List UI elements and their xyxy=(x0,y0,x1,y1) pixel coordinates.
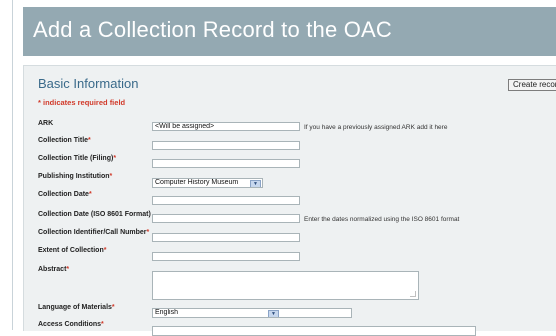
language-select[interactable]: English ▼ xyxy=(152,308,352,318)
ark-label: ARK xyxy=(38,120,54,127)
collection-identifier-label: Collection Identifier/Call Number* xyxy=(38,229,150,236)
collection-date-iso-field[interactable] xyxy=(152,214,300,223)
required-marker: * xyxy=(88,137,91,144)
ark-field[interactable] xyxy=(152,122,300,131)
required-marker: * xyxy=(111,304,115,311)
collection-title-filing-label: Collection Title (Filing)* xyxy=(38,155,117,162)
collection-title-label: Collection Title* xyxy=(38,137,91,144)
required-marker: * xyxy=(88,191,92,198)
chevron-down-icon[interactable]: ▼ xyxy=(268,310,279,317)
left-divider xyxy=(12,0,13,330)
section-title: Basic Information xyxy=(38,76,139,91)
required-marker: * xyxy=(103,247,107,254)
extent-field[interactable] xyxy=(152,252,300,261)
required-marker: * xyxy=(109,173,113,180)
extent-label: Extent of Collection* xyxy=(38,247,107,254)
collection-date-label: Collection Date* xyxy=(38,191,92,198)
abstract-label: Abstract* xyxy=(38,266,70,273)
required-field-note: * indicates required field xyxy=(38,98,126,107)
ark-hint: If you have a previously assigned ARK ad… xyxy=(304,124,448,131)
basic-information-form: Basic Information * indicates required f… xyxy=(23,65,556,336)
page-header: Add a Collection Record to the OAC xyxy=(23,7,556,56)
required-marker: * xyxy=(101,321,104,328)
publishing-institution-selected: Computer History Museum xyxy=(155,179,239,186)
access-conditions-label: Access Conditions* xyxy=(38,321,104,328)
resize-grip-icon[interactable] xyxy=(410,291,416,297)
language-label: Language of Materials* xyxy=(38,304,115,311)
access-conditions-field[interactable] xyxy=(152,326,476,336)
publishing-institution-select[interactable]: Computer History Museum ▼ xyxy=(152,178,263,188)
page: Add a Collection Record to the OAC Basic… xyxy=(0,0,556,336)
required-marker: * xyxy=(113,155,117,162)
page-title: Add a Collection Record to the OAC xyxy=(33,17,392,42)
chevron-down-icon[interactable]: ▼ xyxy=(250,180,261,187)
collection-title-filing-field[interactable] xyxy=(152,159,300,168)
required-marker: * xyxy=(146,229,150,236)
abstract-textarea[interactable] xyxy=(152,271,419,300)
collection-title-field[interactable] xyxy=(152,141,300,150)
collection-date-iso-hint: Enter the dates normalized using the ISO… xyxy=(304,216,460,223)
collection-identifier-field[interactable] xyxy=(152,233,300,242)
publishing-institution-label: Publishing Institution* xyxy=(38,173,113,180)
create-record-button[interactable]: Create record xyxy=(508,79,556,91)
required-marker: * xyxy=(66,266,70,273)
language-selected: English xyxy=(155,309,178,316)
collection-date-field[interactable] xyxy=(152,196,300,205)
collection-date-iso-label: Collection Date (ISO 8601 Format) xyxy=(38,211,151,218)
